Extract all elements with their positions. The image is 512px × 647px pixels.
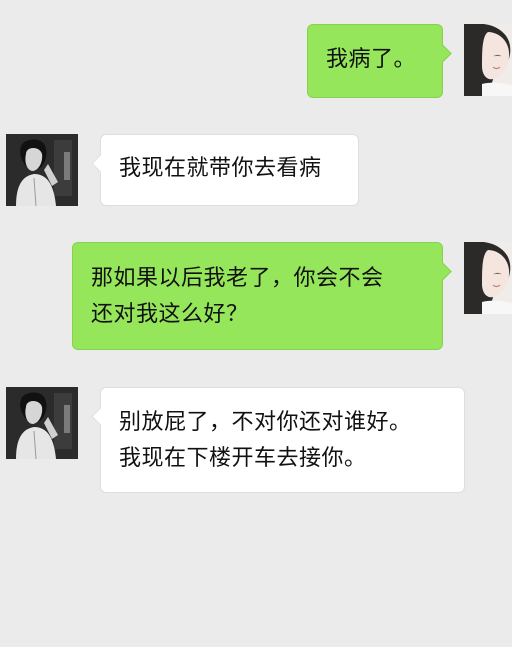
contact-avatar-image: [6, 387, 78, 459]
sent-message-bubble[interactable]: 我病了。: [307, 24, 452, 98]
contact-avatar[interactable]: [6, 387, 78, 459]
self-avatar-image: [464, 24, 512, 96]
self-avatar[interactable]: [464, 242, 512, 314]
contact-avatar-image: [6, 134, 78, 206]
self-avatar[interactable]: [464, 24, 512, 96]
bubble-tail: [91, 154, 110, 173]
message-text: 我病了。: [326, 47, 417, 72]
message-text: 那如果以后我老了，你会不会 还对我这么好？: [91, 266, 384, 327]
chat-thread: 我病了。 我现在就带你去看病 那如果以后我老了，你会不会 还对我这么好？ 别放屁…: [0, 0, 512, 647]
sent-message-bubble[interactable]: 那如果以后我老了，你会不会 还对我这么好？: [72, 242, 452, 350]
received-message-bubble[interactable]: 我现在就带你去看病: [91, 134, 359, 206]
self-avatar-image: [464, 242, 512, 314]
message-text: 别放屁了，不对你还对谁好。 我现在下楼开车去接你。: [119, 410, 412, 471]
bubble-tail: [91, 407, 110, 426]
message-text: 我现在就带你去看病: [119, 156, 322, 181]
bubble-tail: [433, 44, 452, 63]
bubble-tail: [433, 262, 452, 281]
received-message-bubble[interactable]: 别放屁了，不对你还对谁好。 我现在下楼开车去接你。: [91, 387, 465, 493]
contact-avatar[interactable]: [6, 134, 78, 206]
